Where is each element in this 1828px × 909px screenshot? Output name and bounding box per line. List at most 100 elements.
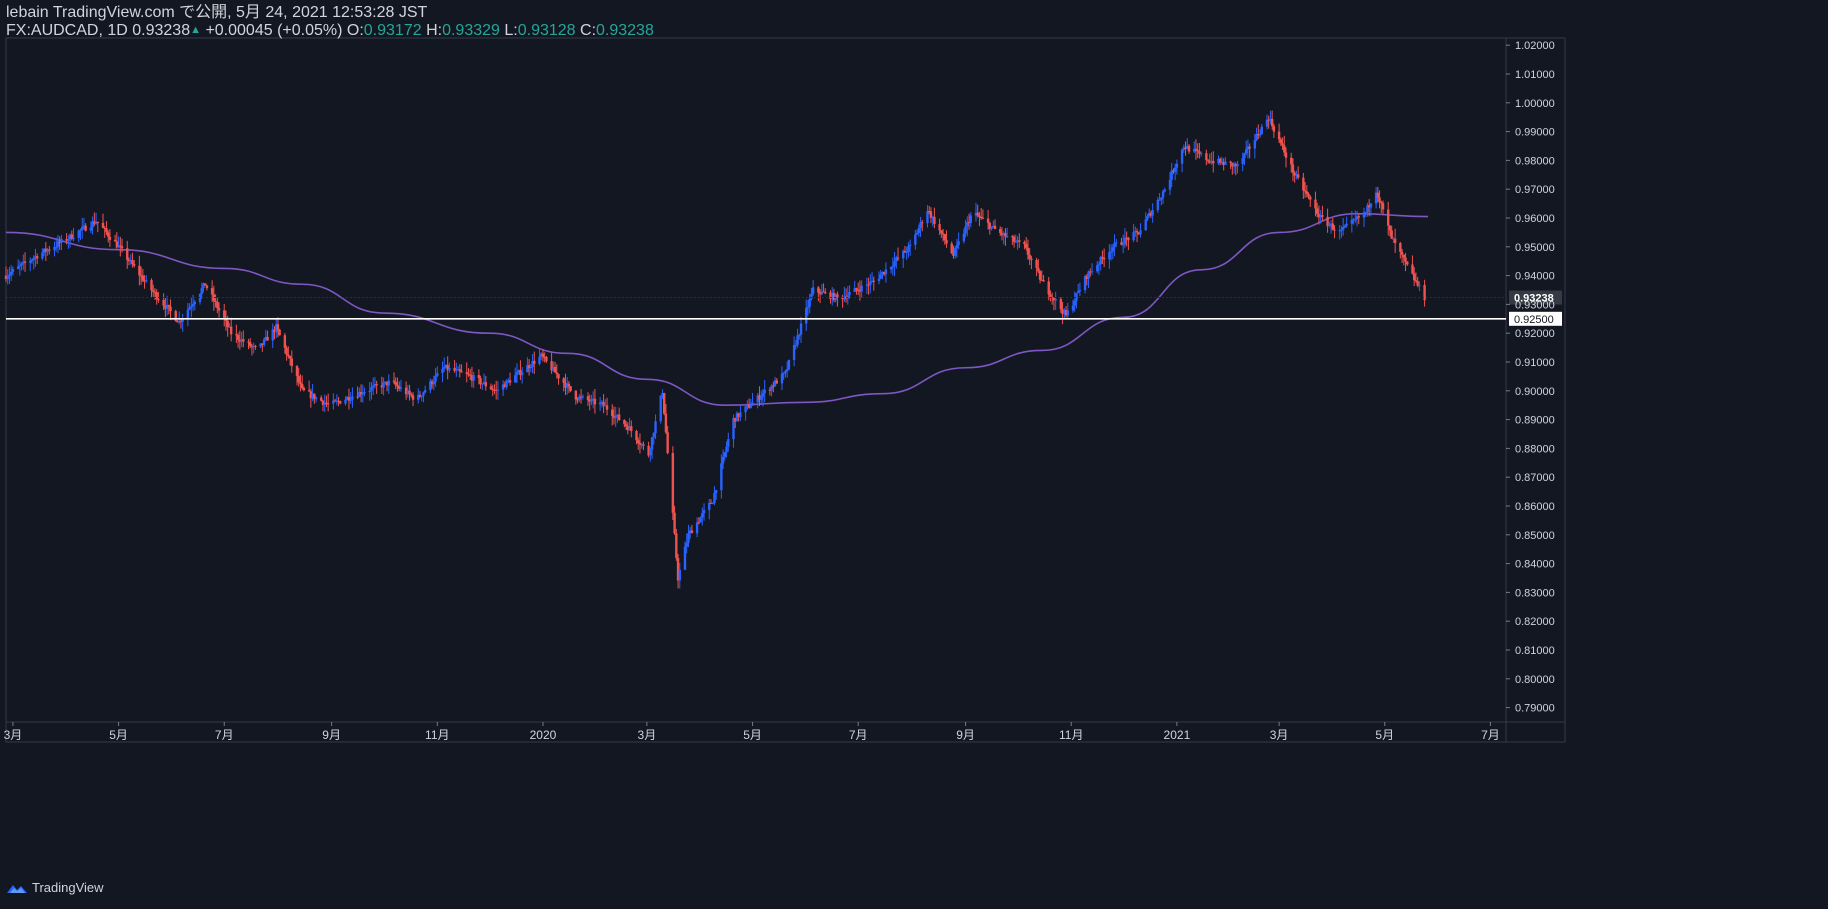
candle-body bbox=[957, 241, 960, 245]
time-axis[interactable]: 3月 5月 7月 9月 11月 2020 3月 5月 7月 9月 11月 2021 3月 5月 7月 bbox=[4, 722, 1500, 742]
candle-body bbox=[1387, 209, 1390, 226]
candle-body bbox=[1303, 190, 1307, 192]
tradingview-brand[interactable]: TradingView bbox=[6, 880, 104, 895]
candle-body bbox=[586, 396, 590, 401]
candle bbox=[590, 394, 593, 406]
candle-body bbox=[9, 271, 13, 275]
candle-body bbox=[432, 381, 436, 385]
candle-body bbox=[101, 222, 105, 228]
candle-body bbox=[411, 395, 415, 400]
candle bbox=[1161, 189, 1165, 204]
candle bbox=[252, 342, 255, 354]
candle bbox=[533, 351, 536, 374]
candle-body bbox=[893, 261, 896, 267]
candle-body bbox=[1416, 281, 1419, 286]
candle-body bbox=[193, 301, 196, 305]
candle bbox=[578, 394, 581, 403]
level-price-label: 0.92500 bbox=[1514, 314, 1554, 326]
price-axis[interactable]: 1.02000 1.01000 1.00000 0.99000 0.98000 0.970… bbox=[1506, 40, 1555, 715]
candle bbox=[550, 352, 553, 374]
candle bbox=[538, 349, 541, 366]
price-chart[interactable]: 0.925000.93238 1.020001.010001.000000.99… bbox=[0, 0, 1828, 909]
candle bbox=[347, 388, 351, 410]
candle-body bbox=[169, 306, 172, 312]
candle-body bbox=[630, 426, 633, 431]
candle bbox=[1331, 217, 1334, 231]
candle-body bbox=[824, 292, 827, 294]
candle bbox=[780, 366, 784, 391]
candle bbox=[545, 355, 548, 363]
candle-body bbox=[872, 280, 875, 282]
candle-body bbox=[642, 444, 645, 446]
candle-body bbox=[186, 309, 190, 319]
candle-body bbox=[297, 376, 300, 383]
candle bbox=[126, 240, 129, 269]
candle-body bbox=[77, 230, 80, 238]
candle-body bbox=[702, 510, 706, 514]
candle-body bbox=[1090, 271, 1094, 273]
candle bbox=[150, 278, 153, 298]
candle bbox=[91, 216, 94, 235]
candle-body bbox=[614, 415, 617, 418]
chart-header: lebain TradingView.com で公開, 5月 24, 2021 … bbox=[6, 4, 654, 41]
candle bbox=[472, 371, 475, 389]
candle-body bbox=[1139, 230, 1142, 235]
candle bbox=[1016, 236, 1019, 250]
candle-body bbox=[89, 227, 93, 231]
candle-body bbox=[20, 263, 23, 266]
candle bbox=[929, 207, 933, 224]
candle-body bbox=[299, 382, 302, 385]
candle-body bbox=[1277, 131, 1281, 140]
candle-body bbox=[508, 380, 512, 383]
candle-body bbox=[216, 301, 219, 309]
candle bbox=[981, 209, 985, 220]
candle bbox=[278, 328, 281, 336]
candle-body bbox=[1146, 216, 1149, 220]
candle-body bbox=[8, 274, 11, 277]
candle-body bbox=[1402, 254, 1406, 258]
candle bbox=[526, 357, 529, 373]
candle-body bbox=[396, 385, 399, 387]
candle-body bbox=[1333, 229, 1336, 231]
time-tick-label: 9月 bbox=[322, 728, 341, 742]
candle-body bbox=[860, 285, 863, 292]
candle-body bbox=[1135, 231, 1139, 233]
candle-body bbox=[1393, 238, 1397, 243]
candle-body bbox=[1279, 139, 1283, 144]
candle-body bbox=[664, 413, 668, 433]
candle-body bbox=[223, 310, 226, 320]
candle bbox=[903, 245, 907, 253]
candle bbox=[1120, 237, 1123, 246]
candle bbox=[659, 395, 662, 424]
candle-body bbox=[443, 367, 446, 369]
candle bbox=[1326, 208, 1329, 233]
candle-body bbox=[410, 394, 413, 396]
candle-body bbox=[1173, 167, 1177, 172]
candle-body bbox=[602, 401, 605, 406]
price-tick-label: 0.87000 bbox=[1515, 472, 1555, 484]
candle-body bbox=[1175, 163, 1179, 168]
candle bbox=[16, 259, 20, 270]
candle-body bbox=[484, 382, 487, 387]
candle bbox=[1099, 255, 1102, 271]
candle-body bbox=[727, 439, 730, 447]
candle bbox=[1309, 195, 1312, 207]
candle-body bbox=[205, 285, 209, 289]
candle bbox=[1260, 123, 1263, 135]
candle-body bbox=[1111, 247, 1115, 252]
candle-body bbox=[1127, 238, 1130, 241]
candle bbox=[614, 406, 617, 428]
candle-body bbox=[18, 265, 22, 267]
candle-body bbox=[448, 367, 451, 371]
candle bbox=[423, 385, 427, 394]
horizontal-level-layer[interactable]: 0.925000.93238 bbox=[6, 290, 1562, 326]
candle-body bbox=[1004, 233, 1007, 237]
time-tick-label: 5月 bbox=[1375, 728, 1394, 742]
symbol-label[interactable]: FX:AUDCAD, 1D bbox=[6, 22, 128, 39]
time-tick-label: 5月 bbox=[743, 728, 762, 742]
candle-body bbox=[1180, 149, 1184, 164]
candle bbox=[553, 361, 557, 373]
candle-body bbox=[23, 261, 27, 263]
candle bbox=[1302, 172, 1305, 199]
candle-body bbox=[784, 370, 787, 373]
